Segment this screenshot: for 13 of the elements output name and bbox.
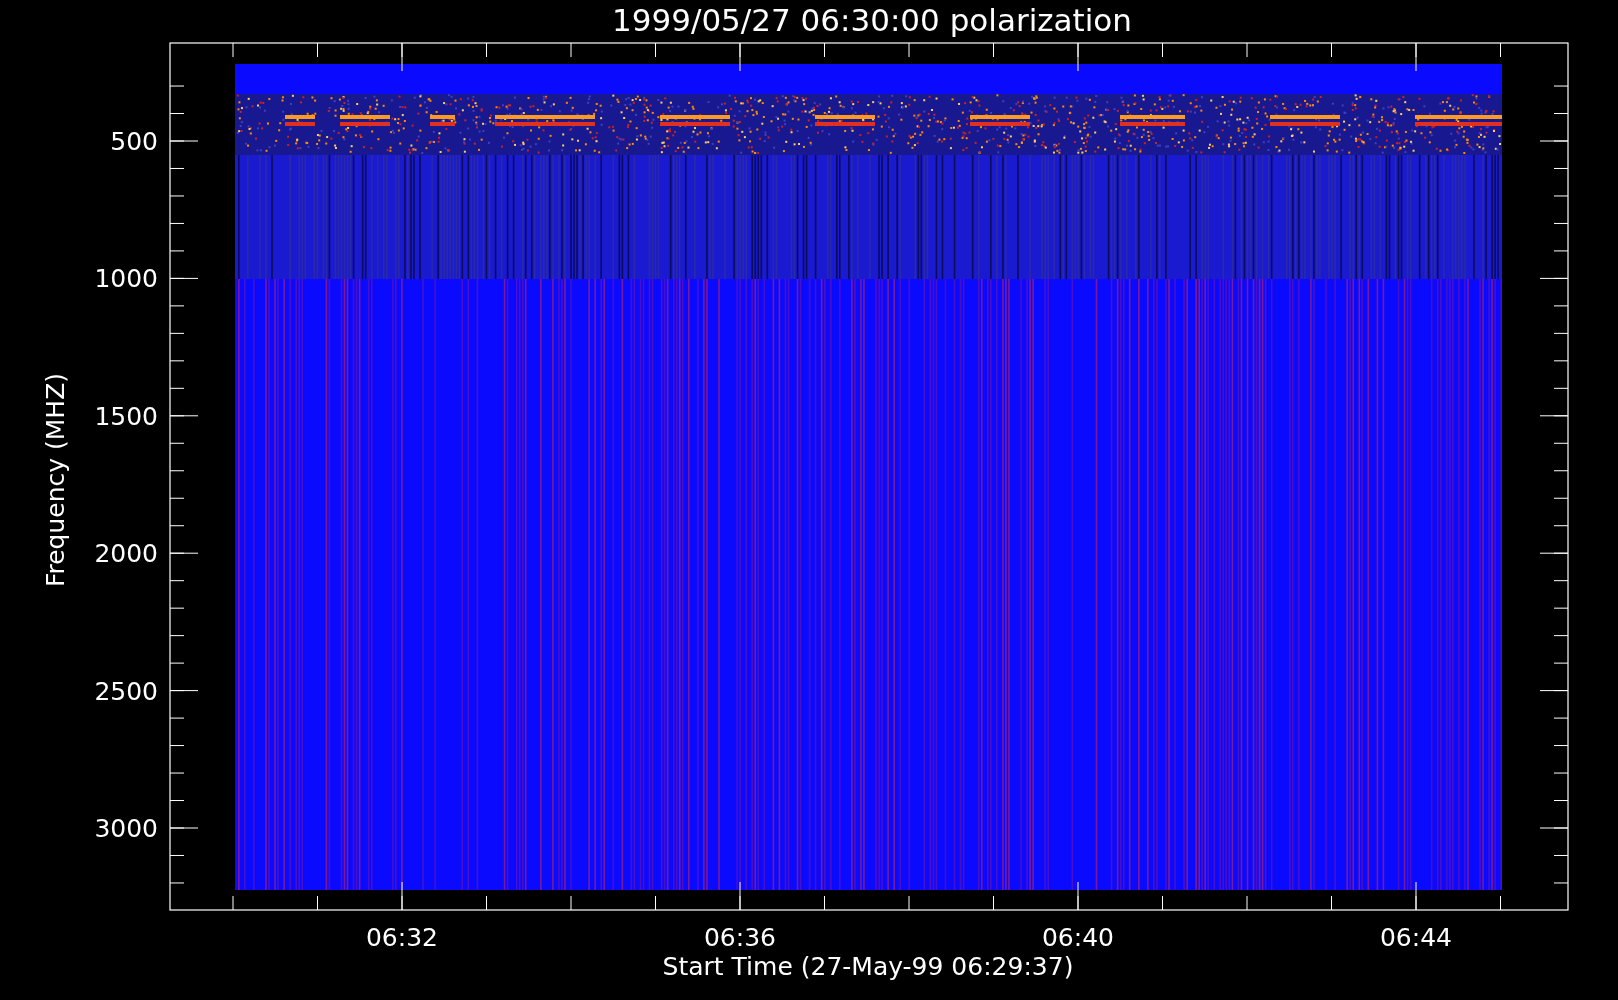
y-axis-label: Frequency (MHZ) bbox=[41, 372, 70, 588]
x-tick-label: 06:40 bbox=[1042, 923, 1114, 952]
y-tick-label: 500 bbox=[110, 127, 158, 156]
y-tick-label: 1500 bbox=[94, 401, 158, 431]
x-tick-label: 06:36 bbox=[704, 923, 776, 952]
x-tick-label: 06:44 bbox=[1380, 923, 1452, 952]
y-tick-label: 2500 bbox=[94, 676, 158, 706]
plot-title: 1999/05/27 06:30:00 polarization bbox=[612, 2, 1132, 38]
y-tick-label: 2000 bbox=[94, 539, 158, 569]
y-tick-label: 3000 bbox=[94, 814, 158, 843]
y-tick-label: 1000 bbox=[94, 264, 158, 294]
x-axis-label: Start Time (27-May-99 06:29:37) bbox=[662, 952, 1074, 981]
x-tick-label: 06:32 bbox=[366, 923, 438, 952]
